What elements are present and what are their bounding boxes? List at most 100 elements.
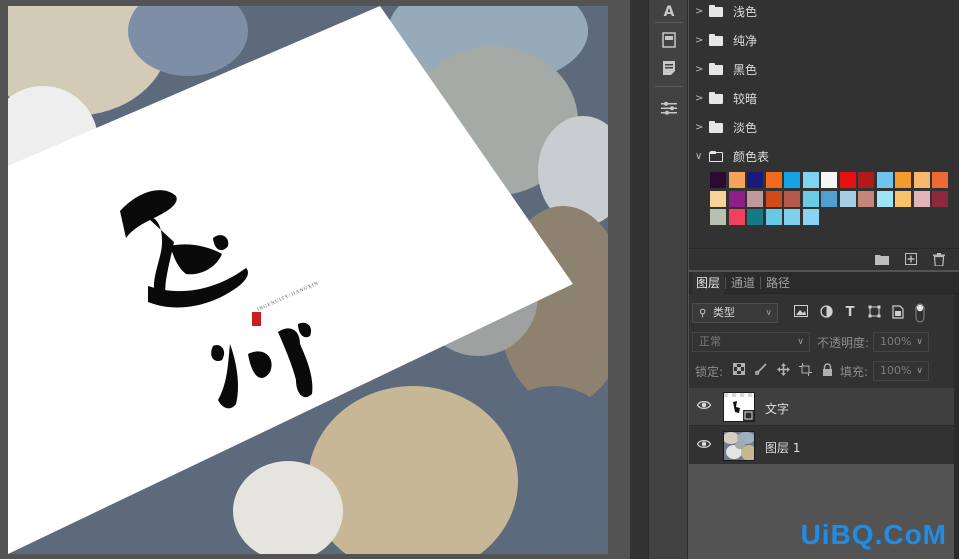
adjustment-layer-filter-icon[interactable] [818, 305, 834, 321]
paragraph-styles-icon[interactable] [657, 28, 681, 52]
shape-layer-filter-icon[interactable] [866, 305, 882, 321]
smart-object-filter-icon[interactable] [890, 305, 906, 321]
folder-icon [709, 91, 723, 104]
chevron-right-icon[interactable]: > [695, 122, 709, 133]
color-swatch[interactable] [728, 209, 745, 225]
chevron-right-icon[interactable]: > [695, 93, 709, 104]
layers-scrollbar[interactable] [954, 294, 959, 559]
document-canvas[interactable]: INGENUITY/JIANGXIN [8, 6, 608, 554]
chevron-down-icon: ∨ [797, 337, 804, 347]
lock-transparency-icon[interactable] [732, 363, 746, 377]
layer-row-text[interactable]: 文字 [689, 388, 954, 426]
color-swatch[interactable] [765, 172, 782, 188]
color-swatch[interactable] [802, 209, 819, 225]
color-swatch[interactable] [876, 190, 893, 207]
color-swatch[interactable] [821, 172, 837, 188]
swatch-group-dark[interactable]: > 较暗 [689, 84, 959, 113]
swatches-footer [689, 248, 959, 270]
search-icon: ⚲ [699, 308, 707, 319]
lock-image-pixels-icon[interactable] [754, 363, 768, 377]
artwork-paper: INGENUITY/JIANGXIN [8, 6, 573, 554]
color-swatch[interactable] [728, 190, 745, 207]
watermark-text: UiBQ.CoM [800, 519, 947, 550]
chevron-down-icon: ∨ [916, 337, 923, 347]
color-swatch[interactable] [784, 172, 800, 188]
lock-all-icon[interactable] [820, 363, 834, 377]
fill-field[interactable]: 100% ∨ [873, 361, 929, 381]
color-swatch[interactable] [932, 172, 948, 188]
color-swatch[interactable] [710, 190, 726, 207]
lock-artboard-icon[interactable] [798, 363, 812, 377]
trash-icon[interactable] [932, 253, 946, 267]
chevron-down-icon[interactable]: ∨ [695, 151, 709, 162]
eye-icon[interactable] [696, 400, 712, 414]
layer-thumbnail [723, 392, 755, 422]
folder-icon [709, 4, 723, 17]
swatch-group-pure[interactable]: > 纯净 [689, 26, 959, 55]
tab-divider [725, 277, 726, 289]
color-swatch[interactable] [710, 209, 726, 225]
pixel-layer-filter-icon[interactable] [793, 305, 809, 321]
tab-channels[interactable]: 通道 [731, 272, 755, 294]
color-swatch[interactable] [839, 172, 856, 188]
chevron-right-icon[interactable]: > [695, 35, 709, 46]
swatch-group-black[interactable]: > 黑色 [689, 55, 959, 84]
color-swatch[interactable] [913, 172, 930, 188]
red-seal [252, 312, 261, 326]
layer-row-image[interactable]: 图层 1 [689, 427, 954, 465]
chevron-right-icon[interactable]: > [695, 6, 709, 17]
color-swatch[interactable] [876, 172, 893, 188]
opacity-label: 不透明度: [817, 336, 870, 350]
color-swatch[interactable] [765, 190, 782, 207]
color-swatch[interactable] [765, 209, 782, 225]
color-swatch[interactable] [932, 190, 948, 207]
swatch-group-color-table[interactable]: ∨ 颜色表 [689, 142, 959, 171]
color-swatch[interactable] [858, 172, 874, 188]
layer-name[interactable]: 图层 1 [765, 439, 800, 456]
color-swatch[interactable] [747, 190, 763, 207]
new-swatch-icon[interactable] [904, 253, 918, 267]
folder-open-icon [709, 150, 723, 162]
color-swatch[interactable] [747, 172, 763, 188]
color-swatch[interactable] [784, 209, 800, 225]
color-swatch[interactable] [839, 190, 856, 207]
tab-layers[interactable]: 图层 [692, 272, 725, 294]
color-swatch[interactable] [895, 190, 911, 207]
layer-name[interactable]: 文字 [765, 400, 789, 417]
color-swatch[interactable] [728, 172, 745, 188]
filter-toggle-switch[interactable] [915, 303, 925, 323]
blend-mode-select[interactable]: 正常 ∨ [692, 332, 810, 352]
color-swatch[interactable] [895, 172, 911, 188]
panel-collapse-strip[interactable] [630, 0, 648, 559]
dock-divider [655, 22, 683, 23]
layers-panel: 图层 通道 路径 ⚲ 类型 ∨ T 正常 ∨ 不透明度: 100% ∨ 锁定: … [689, 272, 959, 559]
color-swatch[interactable] [821, 190, 837, 207]
opacity-field[interactable]: 100% ∨ [873, 332, 929, 352]
color-swatch[interactable] [747, 209, 763, 225]
chevron-right-icon[interactable]: > [695, 64, 709, 75]
adjustments-icon[interactable] [657, 96, 681, 120]
right-panel: > 浅色 > 纯净 > 黑色 > 较暗 > 淡色 ∨ 颜色表 图层 通道 路径 … [689, 0, 959, 559]
panel-icon-dock: A [648, 0, 688, 559]
color-swatch[interactable] [802, 172, 819, 188]
folder-icon [709, 120, 723, 133]
folder-icon [709, 33, 723, 46]
character-panel-icon[interactable]: A [657, 0, 681, 24]
color-swatch[interactable] [784, 190, 800, 207]
color-swatch[interactable] [710, 172, 726, 188]
swatch-group-pale[interactable]: > 淡色 [689, 113, 959, 142]
swatch-group-light[interactable]: > 浅色 [689, 0, 959, 26]
layer-filter-select[interactable]: ⚲ 类型 ∨ [692, 303, 778, 323]
tab-paths[interactable]: 路径 [766, 272, 790, 294]
notes-icon[interactable] [657, 56, 681, 80]
eye-icon[interactable] [696, 439, 712, 453]
type-layer-filter-icon[interactable]: T [842, 305, 858, 321]
fill-label: 填充: [840, 365, 869, 379]
new-group-folder-icon[interactable] [875, 253, 889, 267]
color-swatch[interactable] [802, 190, 819, 207]
chevron-down-icon: ∨ [916, 366, 923, 376]
lock-position-icon[interactable] [776, 363, 790, 377]
color-swatch[interactable] [913, 190, 930, 207]
canvas-area[interactable]: INGENUITY/JIANGXIN [0, 0, 630, 559]
color-swatch[interactable] [858, 190, 874, 207]
